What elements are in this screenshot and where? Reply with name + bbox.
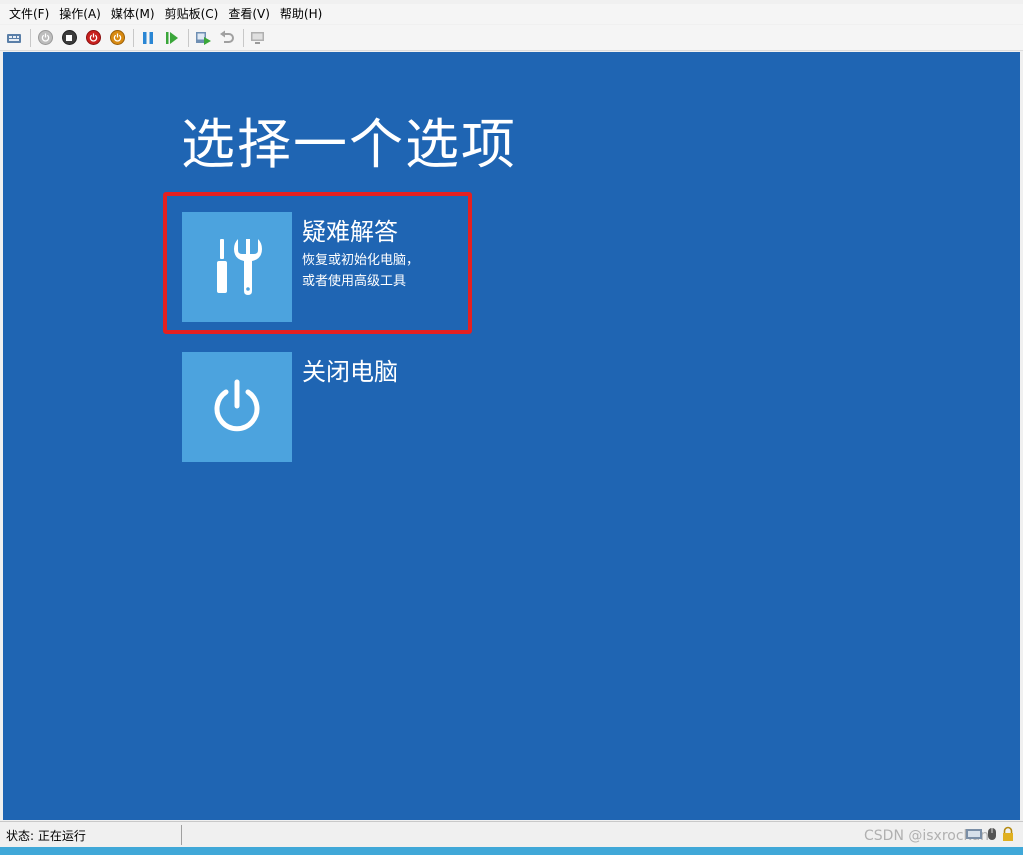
page-title: 选择一个选项: [181, 113, 517, 176]
option-troubleshoot[interactable]: 疑难解答 恢复或初始化电脑， 或者使用高级工具: [182, 212, 502, 322]
shut-down-icon: [85, 30, 101, 45]
menu-help[interactable]: 帮助(H): [275, 4, 327, 24]
shut-down-button[interactable]: [83, 28, 103, 48]
troubleshoot-tile[interactable]: [182, 212, 292, 322]
lock-icon: [1003, 826, 1013, 841]
turn-off-tile[interactable]: [182, 352, 292, 462]
status-bar: 状态: 正在运行 CSDN @isxrockun: [0, 821, 1023, 847]
turn-off-button[interactable]: [59, 28, 79, 48]
toolbar-separator: [30, 28, 31, 47]
option-title: 疑难解答: [302, 218, 398, 246]
menu-bar: 文件(F) 操作(A) 媒体(M) 剪贴板(C) 查看(V) 帮助(H): [0, 4, 1023, 24]
pause-button[interactable]: [138, 28, 158, 48]
checkpoint-button[interactable]: [193, 28, 213, 48]
toolbar-separator: [243, 28, 244, 47]
enhanced-session-button[interactable]: [248, 28, 268, 48]
resume-button[interactable]: [162, 28, 182, 48]
status-icons: [965, 826, 1015, 842]
toolbar-separator: [133, 28, 134, 47]
vm-connection-window: 文件(F) 操作(A) 媒体(M) 剪贴板(C) 查看(V) 帮助(H) 选择一…: [0, 0, 1023, 855]
checkpoint-icon: [196, 31, 211, 45]
mouse-icon: [988, 828, 996, 840]
save-icon: [109, 30, 125, 45]
ctrl-alt-del-icon: [7, 33, 21, 43]
start-icon: [37, 30, 53, 45]
turn-off-icon: [61, 30, 77, 45]
toolbar-separator: [188, 28, 189, 47]
toolbar: [0, 25, 1023, 51]
pause-icon: [143, 31, 153, 44]
save-button[interactable]: [107, 28, 127, 48]
window-border: [0, 847, 1023, 855]
keyboard-icon: [966, 829, 982, 839]
tools-icon: [217, 239, 262, 295]
revert-button[interactable]: [217, 28, 237, 48]
option-title: 关闭电脑: [302, 358, 398, 386]
resume-icon: [166, 31, 178, 44]
power-icon: [214, 379, 260, 432]
description-line: 恢复或初始化电脑，: [302, 253, 420, 268]
status-divider: [181, 825, 182, 845]
option-turn-off-pc[interactable]: 关闭电脑: [182, 352, 502, 462]
enhanced-session-icon: [251, 31, 264, 44]
ctrl-alt-del-button[interactable]: [4, 28, 24, 48]
description-line: 或者使用高级工具: [302, 274, 407, 289]
menu-media[interactable]: 媒体(M): [106, 4, 160, 24]
start-button[interactable]: [35, 28, 55, 48]
menu-file[interactable]: 文件(F): [4, 4, 54, 24]
revert-icon: [220, 30, 234, 43]
option-description: 恢复或初始化电脑， 或者使用高级工具: [302, 250, 482, 292]
status-text: 状态: 正在运行: [6, 829, 86, 843]
menu-view[interactable]: 查看(V): [223, 4, 275, 24]
vm-display[interactable]: 选择一个选项 疑难解答 恢复或初始化电脑， 或者使用高级工具 关闭电脑: [3, 52, 1020, 820]
menu-action[interactable]: 操作(A): [54, 4, 106, 24]
menu-clipboard[interactable]: 剪贴板(C): [160, 4, 224, 24]
